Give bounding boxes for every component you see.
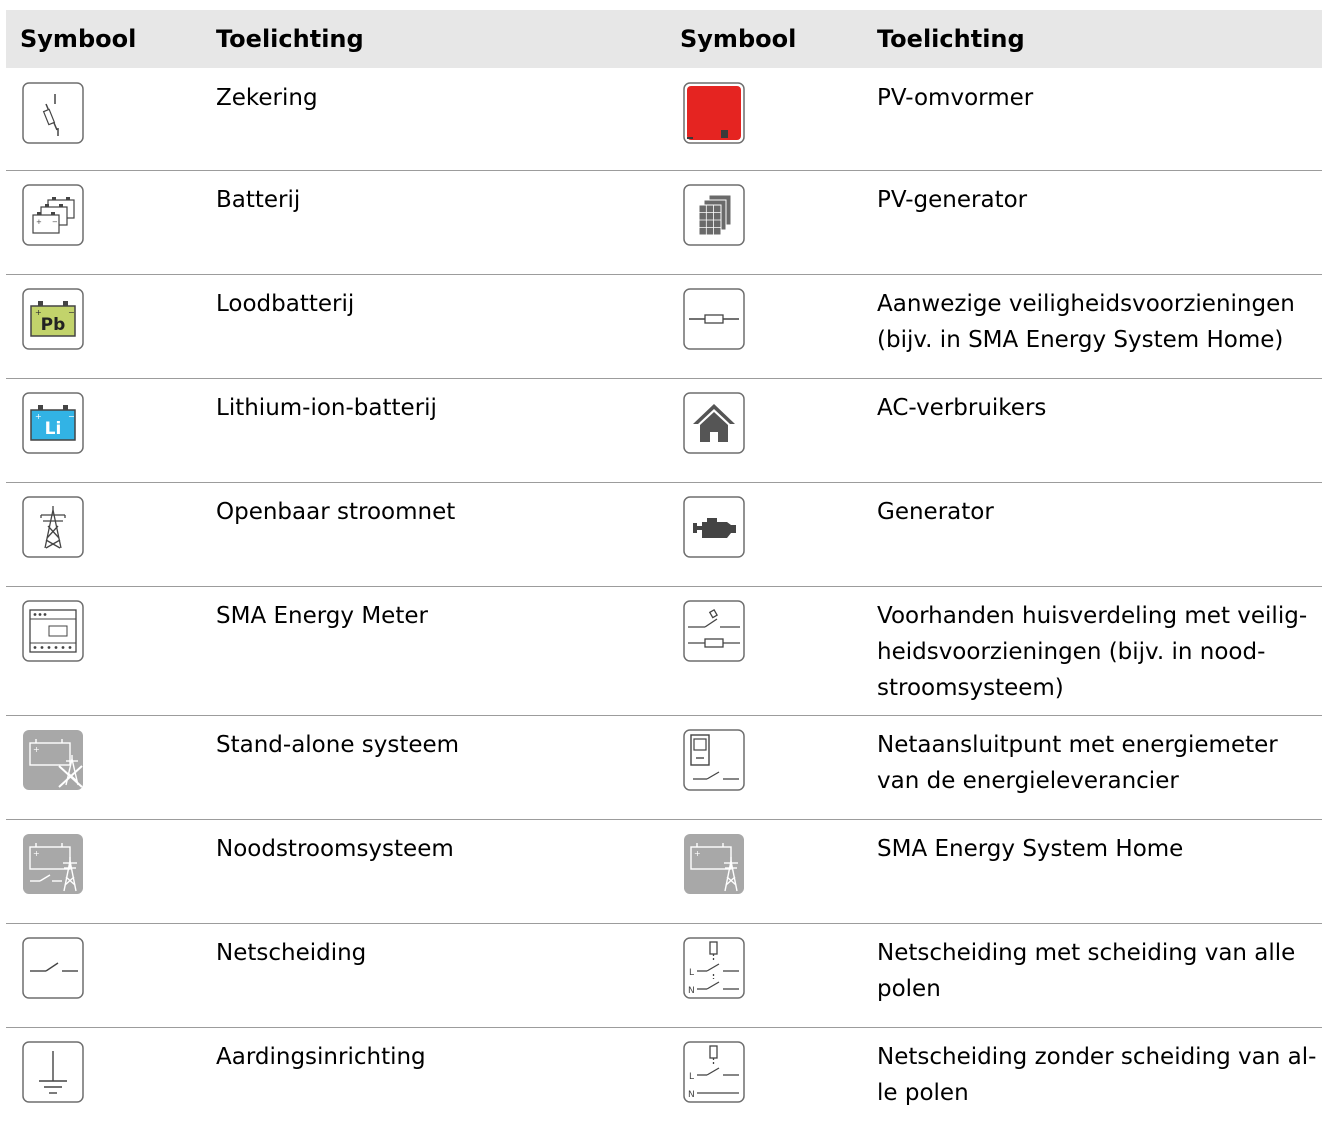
row-text: Netscheiding xyxy=(216,940,367,966)
table-header: Symbool Toelichting Symbool Toelichting xyxy=(6,10,1322,68)
row-text: SMA Energy Meter xyxy=(216,603,428,629)
row-text: AC-verbruikers xyxy=(877,395,1047,421)
backup-system-icon: + xyxy=(22,833,84,895)
row-text: Noodstroomsysteem xyxy=(216,836,454,862)
table-row: Openbaar stroomnet Generator xyxy=(6,482,1322,587)
lithium-battery-label: Li xyxy=(45,419,62,439)
house-icon xyxy=(683,392,745,454)
header-explanation-1: Toelichting xyxy=(216,25,364,53)
row-text: SMA Energy System Home xyxy=(877,836,1184,862)
fuse-icon xyxy=(22,82,84,144)
table-row: + Noodstroomsysteem + SMA Energy System … xyxy=(6,819,1322,924)
svg-text:+: + xyxy=(36,218,42,226)
svg-text:−: − xyxy=(68,308,75,317)
table-row: Netscheiding L N Netscheiding met scheid… xyxy=(6,923,1322,1028)
row-text: Netscheiding met scheiding van alle pole… xyxy=(877,940,1296,1002)
all-pole-disconnect-icon: L N xyxy=(683,937,745,999)
svg-text:+: + xyxy=(35,412,42,421)
utility-grid-icon xyxy=(22,496,84,558)
row-text: Netaansluitpunt met energiemeter van de … xyxy=(877,732,1278,794)
distribution-board-icon xyxy=(683,600,745,662)
header-symbol-2: Symbool xyxy=(680,25,797,53)
table-row: Zekering PV-omvormer xyxy=(6,68,1322,171)
row-text: Openbaar stroomnet xyxy=(216,499,456,525)
table-row: SMA Energy Meter Voorhanden huisverdelin… xyxy=(6,586,1322,716)
row-text: Zekering xyxy=(216,85,318,111)
header-symbol-1: Symbool xyxy=(20,25,137,53)
row-text: PV-omvormer xyxy=(877,85,1034,111)
table-row: + Stand-alone systeem Netaansluitpunt me… xyxy=(6,715,1322,820)
header-explanation-2: Toelichting xyxy=(877,25,1025,53)
row-text: Stand-alone systeem xyxy=(216,732,460,758)
row-text: Loodbatterij xyxy=(216,291,355,317)
svg-text:−: − xyxy=(52,218,58,226)
row-text: Netscheiding zonder scheiding van al­le … xyxy=(877,1044,1317,1106)
table-row: + − Batterij PV-generator xyxy=(6,170,1322,275)
lead-battery-label: Pb xyxy=(41,315,66,335)
existing-safety-devices-icon xyxy=(683,288,745,350)
grid-disconnect-icon xyxy=(22,937,84,999)
pv-inverter-icon xyxy=(683,82,745,144)
line-label: L xyxy=(689,968,694,978)
line-label: L xyxy=(689,1072,694,1082)
pv-generator-icon xyxy=(683,184,745,246)
neutral-label: N xyxy=(688,1090,695,1100)
battery-icon: + − xyxy=(22,184,84,246)
table-row: + − Li Lithium-ion-batterij AC-verbruike… xyxy=(6,378,1322,483)
svg-text:−: − xyxy=(68,412,75,421)
sma-energy-system-home-icon: + xyxy=(683,833,745,895)
neutral-label: N xyxy=(688,986,695,996)
svg-text:+: + xyxy=(694,849,701,858)
row-text: PV-generator xyxy=(877,187,1028,213)
lead-battery-icon: + − Pb xyxy=(22,288,84,350)
svg-text:+: + xyxy=(33,849,40,858)
row-text: Aardingsinrichting xyxy=(216,1044,426,1070)
grid-connection-meter-icon xyxy=(683,729,745,791)
row-text: Generator xyxy=(877,499,994,525)
table-row: Aardingsinrichting L N Netscheiding zond… xyxy=(6,1027,1322,1127)
row-text: Batterij xyxy=(216,187,301,213)
grounding-icon xyxy=(22,1041,84,1103)
energy-meter-icon xyxy=(22,600,84,662)
table-row: + − Pb Loodbatterij Aanwezige veiligheid… xyxy=(6,274,1322,379)
row-text: Lithium-ion-batterij xyxy=(216,395,437,421)
row-text: Voorhanden huisverdeling met veilig­heid… xyxy=(877,603,1308,701)
svg-text:+: + xyxy=(33,745,40,754)
off-grid-system-icon: + xyxy=(22,729,84,791)
row-text: Aanwezige veiligheidsvoorzieningen (bijv… xyxy=(877,291,1295,353)
lithium-battery-icon: + − Li xyxy=(22,392,84,454)
generator-icon xyxy=(683,496,745,558)
non-all-pole-disconnect-icon: L N xyxy=(683,1041,745,1103)
